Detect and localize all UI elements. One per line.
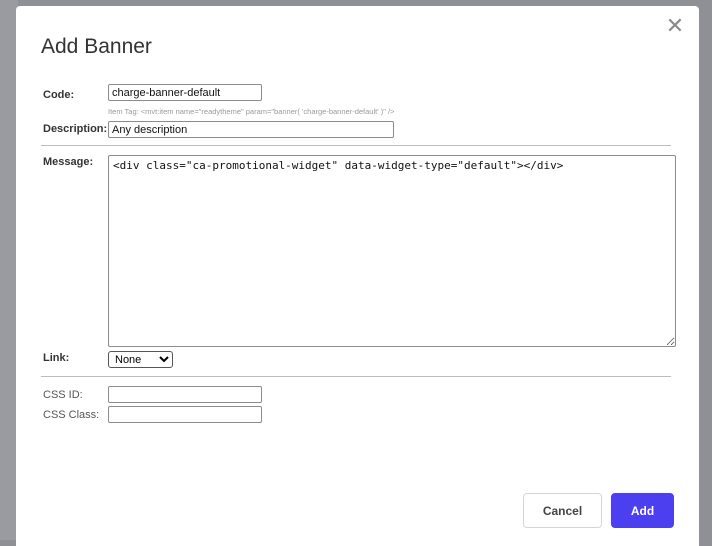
- css-class-label: CSS Class:: [43, 409, 100, 421]
- divider: [41, 145, 671, 146]
- link-label: Link:: [43, 352, 70, 364]
- code-label: Code:: [43, 89, 75, 101]
- message-label: Message:: [43, 156, 94, 168]
- cancel-button[interactable]: Cancel: [523, 493, 602, 528]
- css-class-input[interactable]: [108, 406, 262, 423]
- message-textarea[interactable]: <div class="ca-promotional-widget" data-…: [108, 155, 676, 347]
- description-input[interactable]: [108, 121, 394, 138]
- css-id-label: CSS ID:: [43, 389, 83, 401]
- divider: [41, 376, 671, 377]
- add-button[interactable]: Add: [611, 493, 674, 528]
- css-id-input[interactable]: [108, 386, 262, 403]
- close-icon[interactable]: ✕: [665, 15, 685, 37]
- description-label: Description:: [43, 123, 108, 135]
- item-tag-hint: Item Tag: <mvt:item name="readytheme" pa…: [108, 107, 395, 116]
- link-select[interactable]: None: [108, 351, 173, 368]
- dialog-title: Add Banner: [41, 35, 152, 58]
- add-banner-dialog: ✕ Add Banner Code: Item Tag: <mvt:item n…: [16, 6, 699, 546]
- code-input[interactable]: [108, 84, 262, 101]
